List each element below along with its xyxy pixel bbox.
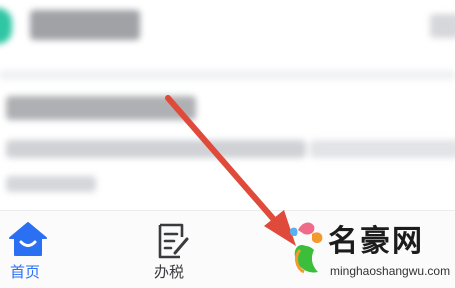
watermark-text: 名豪网 — [328, 224, 424, 259]
watermark: 名豪网 minghaoshangwu.com — [278, 212, 453, 286]
watermark-logo-icon — [289, 222, 323, 274]
watermark-url: minghaoshangwu.com — [330, 264, 451, 278]
